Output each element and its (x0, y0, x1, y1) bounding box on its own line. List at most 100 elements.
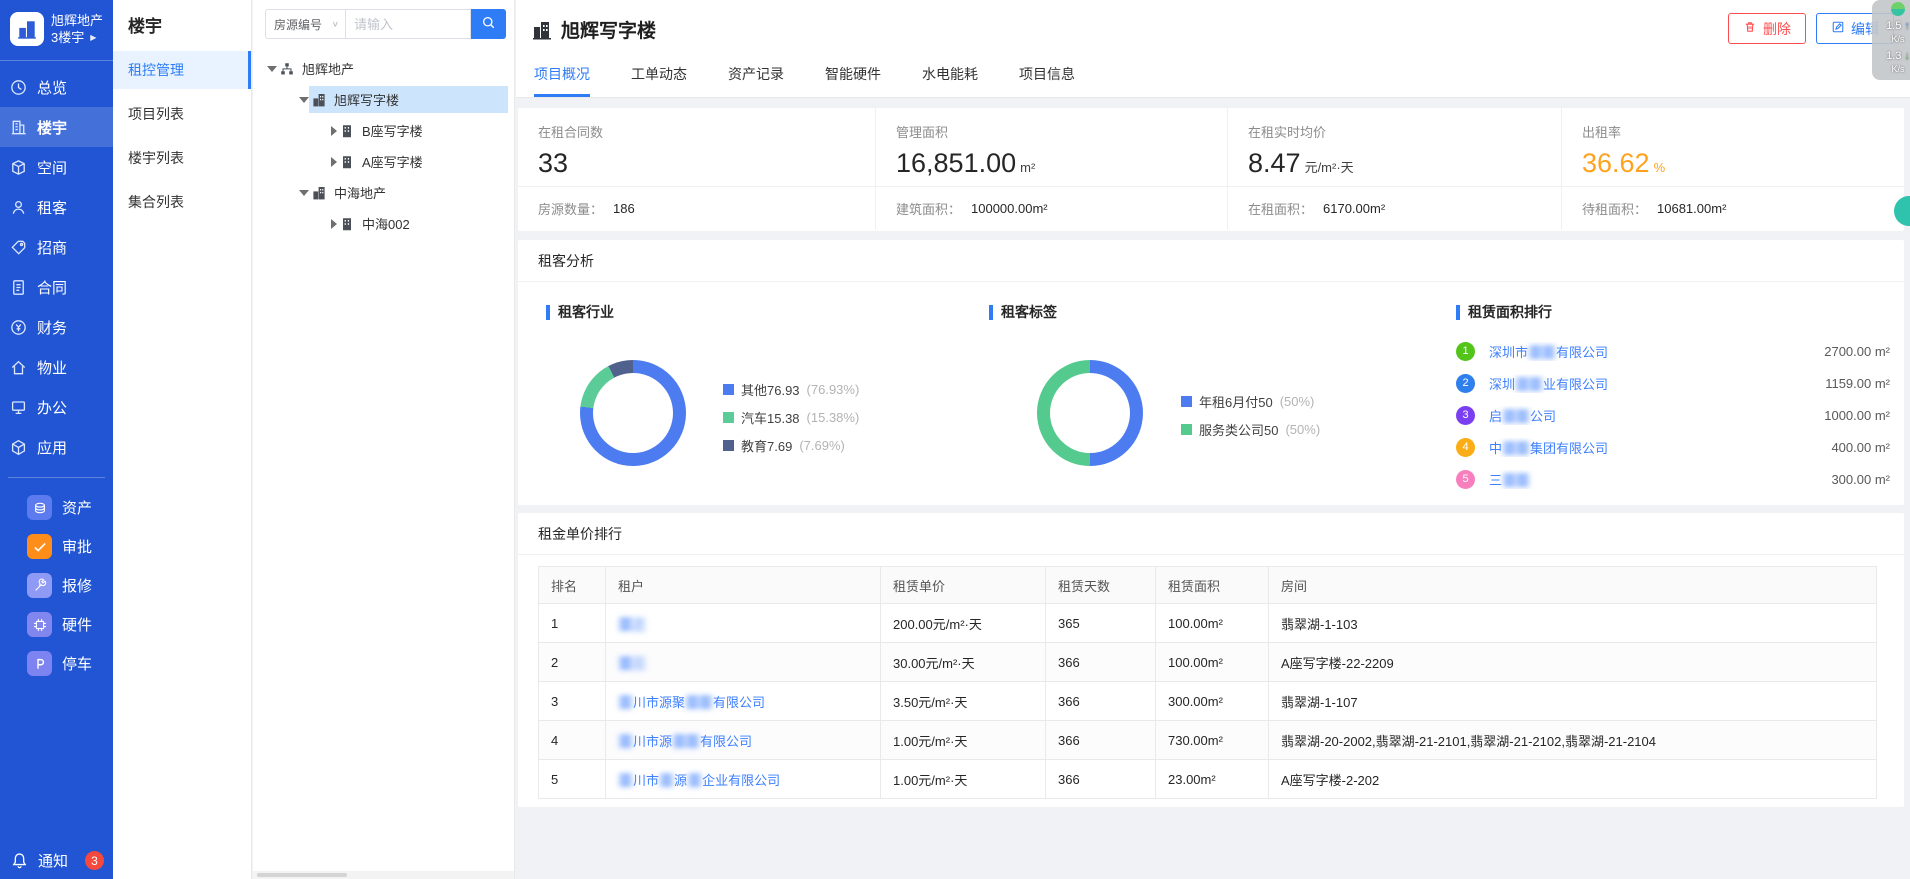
redacted-text: 〓〓 (1502, 473, 1530, 488)
rank-area-value: 1000.00 m² (1824, 408, 1890, 423)
cell-price: 1.00元/m²·天 (881, 760, 1046, 799)
search-input[interactable] (346, 9, 471, 39)
tab-水电能耗[interactable]: 水电能耗 (922, 64, 978, 97)
submenu-item[interactable]: 租控管理 (113, 51, 251, 89)
legend-swatch (723, 384, 734, 395)
tenant-link[interactable]: 启〓〓公司 (1489, 406, 1824, 425)
sidebar-item-building[interactable]: 楼宇 (0, 107, 113, 147)
sidebar-item-contract[interactable]: 合同 (0, 267, 113, 307)
cell-tenant: 〓川市源〓〓有限公司 (606, 721, 881, 760)
sidebar-item-space[interactable]: 空间 (0, 147, 113, 187)
filter-type-select[interactable]: 房源编号 ∨ (265, 9, 346, 39)
name-text: 深圳市 (1489, 345, 1528, 360)
tab-工单动态[interactable]: 工单动态 (631, 64, 687, 97)
name-text: 有限公司 (1556, 345, 1608, 360)
network-speed-overlay[interactable]: 1.5 ↑K/s 1.3 ↓K/s (1872, 0, 1910, 80)
legend-percent: (7.69%) (799, 438, 845, 453)
tree-node[interactable]: A座写字楼 (253, 146, 514, 177)
notification-item[interactable]: 通知 3 (0, 850, 113, 871)
cell-rooms: A座写字楼-2-202 (1269, 760, 1877, 799)
caret-down-icon[interactable] (299, 97, 309, 103)
contract-icon (9, 278, 28, 297)
app-shortcut-parking[interactable]: 停车 (0, 644, 113, 683)
cell-rooms: 翡翠湖-20-2002,翡翠湖-21-2101,翡翠湖-21-2102,翡翠湖-… (1269, 721, 1877, 760)
overview-icon (9, 78, 28, 97)
tree-node-label: B座写字楼 (362, 121, 423, 140)
tree-node[interactable]: 中海地产 (253, 177, 514, 208)
tenant-link[interactable]: 中〓〓集团有限公司 (1489, 438, 1831, 457)
tab-项目概况[interactable]: 项目概况 (534, 64, 590, 97)
tab-项目信息[interactable]: 项目信息 (1019, 64, 1075, 97)
tower-icon (339, 216, 355, 232)
leasing-icon (9, 238, 28, 257)
name-text: 企业有限公司 (702, 773, 780, 788)
tree-node[interactable]: 旭辉地产 (253, 53, 514, 84)
legend-item: 服务类公司50(50%) (1181, 420, 1320, 439)
tenant-link[interactable]: 〓川市源〓〓有限公司 (618, 734, 752, 749)
submenu-item[interactable]: 项目列表 (113, 95, 251, 133)
sidebar-item-leasing[interactable]: 招商 (0, 227, 113, 267)
tree-node[interactable]: 中海002 (253, 208, 514, 239)
name-text: 中 (1489, 441, 1502, 456)
tenant-link[interactable]: 三〓〓 (1489, 470, 1831, 489)
name-text: 川市源聚 (633, 695, 685, 710)
tenant-link[interactable]: 〓三 (618, 656, 646, 671)
app-shortcut-repair[interactable]: 报修 (0, 566, 113, 605)
app-shortcuts: 资产审批报修硬件停车 (0, 488, 113, 683)
horizontal-scrollbar[interactable] (253, 871, 514, 879)
submenu-item[interactable]: 楼宇列表 (113, 139, 251, 177)
building-tree: 旭辉地产旭辉写字楼 B座写字楼 A座写字楼中海地产中海002 (253, 49, 514, 239)
tab-资产记录[interactable]: 资产记录 (728, 64, 784, 97)
table-header-排名: 排名 (539, 567, 606, 604)
name-text: 启 (1489, 409, 1502, 424)
area-rank-list: 1深圳市〓〓有限公司2700.00 m²2深圳〓〓业有限公司1159.00 m²… (1456, 335, 1890, 495)
app-shortcut-label: 报修 (62, 575, 92, 596)
table-row: 4〓川市源〓〓有限公司1.00元/m²·天366730.00m²翡翠湖-20-2… (539, 721, 1877, 760)
substat-label: 房源数量： (538, 199, 603, 218)
chevron-right-icon: ▶ (90, 29, 96, 46)
name-text: 业有限公司 (1543, 377, 1608, 392)
main-content: 旭辉写字楼 删除 编辑 项目概况工单动态资产记录智能硬件水电能耗项目信息 在租合… (516, 0, 1910, 879)
divider (8, 477, 105, 478)
org-switcher[interactable]: 旭辉地产 3楼宇 ▶ (0, 0, 113, 58)
substat-label: 在租面积： (1248, 199, 1313, 218)
sidebar-item-apps[interactable]: 应用 (0, 427, 113, 467)
redacted-text: 〓〓 (1502, 441, 1530, 456)
search-button[interactable] (471, 9, 506, 39)
stat-管理面积: 管理面积16,851.00m² (876, 108, 1228, 186)
cell-rooms: A座写字楼-22-2209 (1269, 643, 1877, 682)
redacted-text: 〓 (618, 773, 633, 788)
sidebar-item-label: 办公 (37, 397, 67, 418)
primary-nav: 总览楼宇空间租客招商合同财务物业办公应用 (0, 67, 113, 467)
tree-node-label: 中海地产 (334, 183, 386, 202)
tree-node[interactable]: 旭辉写字楼 (253, 84, 514, 115)
sidebar-item-tenant[interactable]: 租客 (0, 187, 113, 227)
tab-智能硬件[interactable]: 智能硬件 (825, 64, 881, 97)
submenu-item[interactable]: 集合列表 (113, 183, 251, 221)
sidebar-item-office[interactable]: 办公 (0, 387, 113, 427)
stat-在租实时均价: 在租实时均价8.47元/m²·天 (1228, 108, 1562, 186)
tree-node[interactable]: B座写字楼 (253, 115, 514, 146)
sidebar-item-finance[interactable]: 财务 (0, 307, 113, 347)
tenant-link[interactable]: 深圳〓〓业有限公司 (1489, 374, 1825, 393)
app-shortcut-hardware[interactable]: 硬件 (0, 605, 113, 644)
caret-down-icon[interactable] (299, 190, 309, 196)
tenant-link[interactable]: 〓川市〓源〓企业有限公司 (618, 773, 780, 788)
sidebar-item-label: 楼宇 (37, 117, 67, 138)
building-solid-icon (311, 185, 327, 201)
tenant-link[interactable]: 深圳市〓〓有限公司 (1489, 342, 1824, 361)
area-rank-title: 租赁面积排行 (1456, 302, 1552, 322)
delete-button[interactable]: 删除 (1728, 13, 1806, 44)
sidebar-item-label: 合同 (37, 277, 67, 298)
table-header-租赁单价: 租赁单价 (881, 567, 1046, 604)
caret-down-icon[interactable] (267, 66, 277, 72)
cell-days: 366 (1046, 643, 1156, 682)
sidebar-item-property[interactable]: 物业 (0, 347, 113, 387)
tenant-link[interactable]: 〓之 (618, 617, 646, 632)
sidebar-item-overview[interactable]: 总览 (0, 67, 113, 107)
sidebar-item-label: 应用 (37, 437, 67, 458)
tenant-link[interactable]: 〓川市源聚〓〓有限公司 (618, 695, 765, 710)
app-shortcut-approve[interactable]: 审批 (0, 527, 113, 566)
app-shortcut-asset[interactable]: 资产 (0, 488, 113, 527)
edit-icon (1831, 20, 1845, 37)
